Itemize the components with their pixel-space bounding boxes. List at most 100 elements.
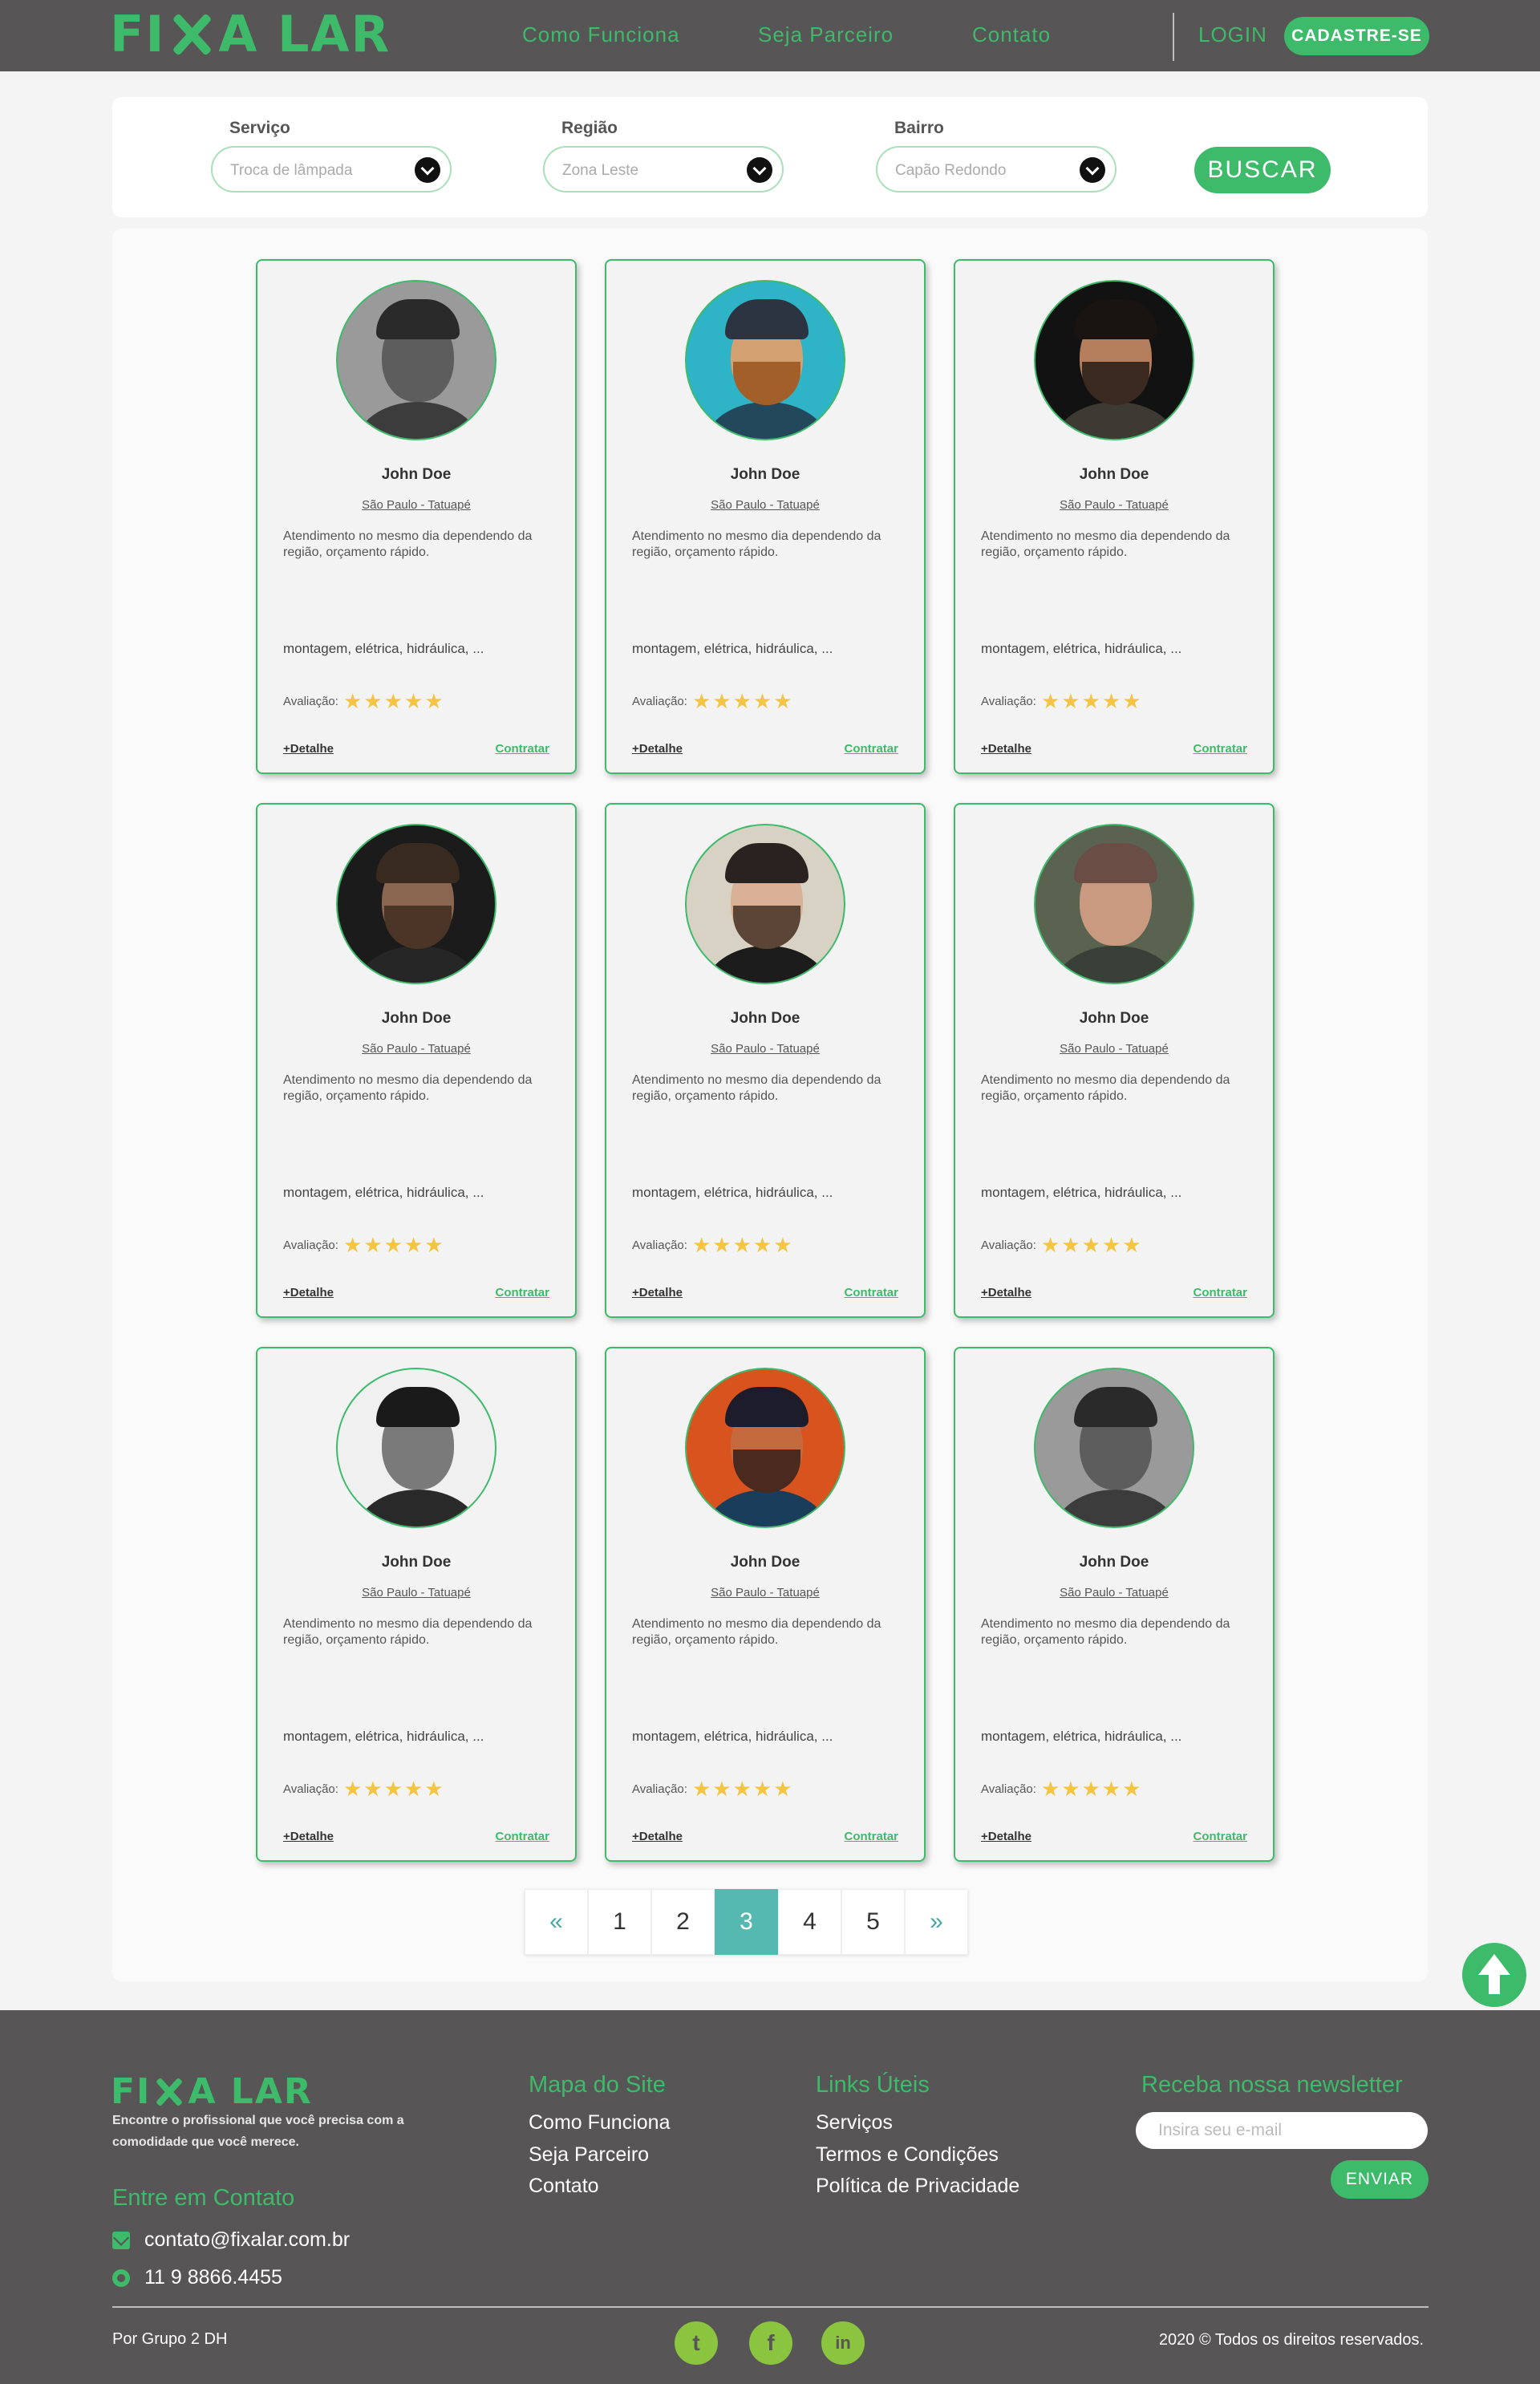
star-icon: ★: [363, 1777, 383, 1801]
detail-link[interactable]: +Detalhe: [283, 1286, 334, 1299]
detail-link[interactable]: +Detalhe: [981, 1830, 1031, 1843]
pagination-page[interactable]: 5: [841, 1889, 905, 1955]
linkedin-icon[interactable]: in: [821, 2321, 865, 2365]
professional-skills: montagem, elétrica, hidráulica, ...: [632, 1729, 833, 1744]
detail-link[interactable]: +Detalhe: [632, 1830, 683, 1843]
star-icon: ★: [1061, 689, 1080, 713]
professional-skills: montagem, elétrica, hidráulica, ...: [981, 641, 1182, 656]
site-footer: FI A LAR Encontre o profissional que você…: [0, 2010, 1540, 2384]
detail-link[interactable]: +Detalhe: [981, 1286, 1031, 1299]
star-icon: ★: [1101, 689, 1121, 713]
rating: Avaliação: ★ ★ ★ ★ ★: [632, 1778, 794, 1799]
professional-location[interactable]: São Paulo - Tatuapé: [606, 1586, 924, 1599]
pagination-page[interactable]: 2: [651, 1889, 715, 1955]
star-icon: ★: [363, 1233, 383, 1257]
hire-link[interactable]: Contratar: [495, 742, 549, 756]
detail-link[interactable]: +Detalhe: [632, 742, 683, 756]
star-icon: ★: [383, 1233, 403, 1257]
star-icon: ★: [691, 689, 711, 713]
professional-card[interactable]: John Doe São Paulo - Tatuapé Atendimento…: [605, 803, 926, 1318]
avatar-hair: [1074, 299, 1157, 339]
professional-card[interactable]: John Doe São Paulo - Tatuapé Atendimento…: [954, 803, 1275, 1318]
footer-link-contato[interactable]: Contato: [529, 2175, 599, 2198]
search-button[interactable]: BUSCAR: [1194, 147, 1331, 193]
footer-logo[interactable]: FI A LAR: [111, 2074, 313, 2110]
star-icon: ★: [363, 689, 383, 713]
hire-link[interactable]: Contratar: [495, 1286, 549, 1299]
pagination-page[interactable]: 1: [588, 1889, 651, 1955]
avatar-hair: [725, 843, 808, 883]
scroll-to-top-icon[interactable]: [1462, 1943, 1526, 2007]
facebook-icon[interactable]: f: [749, 2321, 792, 2365]
detail-link[interactable]: +Detalhe: [981, 742, 1031, 756]
newsletter-email-input[interactable]: [1136, 2112, 1428, 2149]
hire-link[interactable]: Contratar: [495, 1830, 549, 1843]
site-logo[interactable]: FI A LAR: [110, 8, 391, 61]
professional-location[interactable]: São Paulo - Tatuapé: [257, 1042, 575, 1056]
service-select[interactable]: Troca de lâmpada: [211, 146, 452, 193]
professional-card[interactable]: John Doe São Paulo - Tatuapé Atendimento…: [605, 259, 926, 774]
site-header: FI A LAR Como Funciona Seja Parceiro Cont…: [0, 0, 1540, 71]
signup-button[interactable]: CADASTRE-SE: [1284, 17, 1429, 55]
rating-label: Avaliação:: [981, 694, 1036, 708]
contact-email[interactable]: contato@fixalar.com.br: [112, 2228, 350, 2252]
region-select-value: Zona Leste: [562, 162, 639, 179]
rating-label: Avaliação:: [981, 1238, 1036, 1252]
avatar-body: [1053, 1490, 1178, 1526]
hire-link[interactable]: Contratar: [1193, 1286, 1247, 1299]
star-icon: ★: [383, 689, 403, 713]
professional-skills: montagem, elétrica, hidráulica, ...: [283, 1729, 484, 1744]
footer-link-servicos[interactable]: Serviços: [816, 2111, 893, 2135]
hire-link[interactable]: Contratar: [844, 742, 898, 756]
footer-link-como-funciona[interactable]: Como Funciona: [529, 2111, 670, 2135]
chevron-down-icon: [747, 157, 772, 183]
professional-skills: montagem, elétrica, hidráulica, ...: [981, 1185, 1182, 1200]
district-select-value: Capão Redondo: [895, 162, 1007, 179]
professional-card[interactable]: John Doe São Paulo - Tatuapé Atendimento…: [256, 803, 577, 1318]
detail-link[interactable]: +Detalhe: [632, 1286, 683, 1299]
professional-card[interactable]: John Doe São Paulo - Tatuapé Atendimento…: [954, 1347, 1275, 1862]
twitter-icon[interactable]: t: [675, 2321, 718, 2365]
region-select[interactable]: Zona Leste: [543, 146, 784, 193]
pagination-next[interactable]: »: [905, 1889, 968, 1955]
professional-card[interactable]: John Doe São Paulo - Tatuapé Atendimento…: [954, 259, 1275, 774]
nav-como-funciona[interactable]: Como Funciona: [522, 22, 680, 47]
professional-skills: montagem, elétrica, hidráulica, ...: [283, 641, 484, 656]
contact-heading: Entre em Contato: [112, 2185, 295, 2211]
star-icon: ★: [1122, 1233, 1141, 1257]
detail-link[interactable]: +Detalhe: [283, 1830, 334, 1843]
footer-link-seja-parceiro[interactable]: Seja Parceiro: [529, 2143, 649, 2167]
rating-label: Avaliação:: [283, 1238, 338, 1252]
professional-location[interactable]: São Paulo - Tatuapé: [606, 1042, 924, 1056]
footer-link-privacidade[interactable]: Política de Privacidade: [816, 2175, 1019, 2198]
hire-link[interactable]: Contratar: [1193, 742, 1247, 756]
login-link[interactable]: LOGIN: [1198, 22, 1267, 47]
hire-link[interactable]: Contratar: [1193, 1830, 1247, 1843]
professional-card[interactable]: John Doe São Paulo - Tatuapé Atendimento…: [605, 1347, 926, 1862]
hire-link[interactable]: Contratar: [844, 1286, 898, 1299]
professional-card[interactable]: John Doe São Paulo - Tatuapé Atendimento…: [256, 1347, 577, 1862]
avatar-body: [355, 946, 480, 983]
professional-location[interactable]: São Paulo - Tatuapé: [257, 498, 575, 512]
professional-location[interactable]: São Paulo - Tatuapé: [606, 498, 924, 512]
nav-contato[interactable]: Contato: [972, 22, 1051, 47]
newsletter-send-button[interactable]: ENVIAR: [1331, 2160, 1429, 2199]
footer-link-termos[interactable]: Termos e Condições: [816, 2143, 999, 2167]
nav-seja-parceiro[interactable]: Seja Parceiro: [758, 22, 894, 47]
professional-location[interactable]: São Paulo - Tatuapé: [955, 1042, 1273, 1056]
professional-card[interactable]: John Doe São Paulo - Tatuapé Atendimento…: [256, 259, 577, 774]
pagination-prev[interactable]: «: [525, 1889, 588, 1955]
detail-link[interactable]: +Detalhe: [283, 742, 334, 756]
rating-label: Avaliação:: [283, 1782, 338, 1796]
professional-location[interactable]: São Paulo - Tatuapé: [257, 1586, 575, 1599]
pagination-page-current[interactable]: 3: [715, 1889, 778, 1955]
contact-phone[interactable]: 11 9 8866.4455: [112, 2266, 282, 2289]
star-icon: ★: [424, 1777, 444, 1801]
professional-location[interactable]: São Paulo - Tatuapé: [955, 498, 1273, 512]
avatar: [336, 280, 496, 440]
hire-link[interactable]: Contratar: [844, 1830, 898, 1843]
pagination-page[interactable]: 4: [778, 1889, 841, 1955]
avatar-body: [704, 402, 829, 439]
district-select[interactable]: Capão Redondo: [876, 146, 1116, 193]
professional-location[interactable]: São Paulo - Tatuapé: [955, 1586, 1273, 1599]
